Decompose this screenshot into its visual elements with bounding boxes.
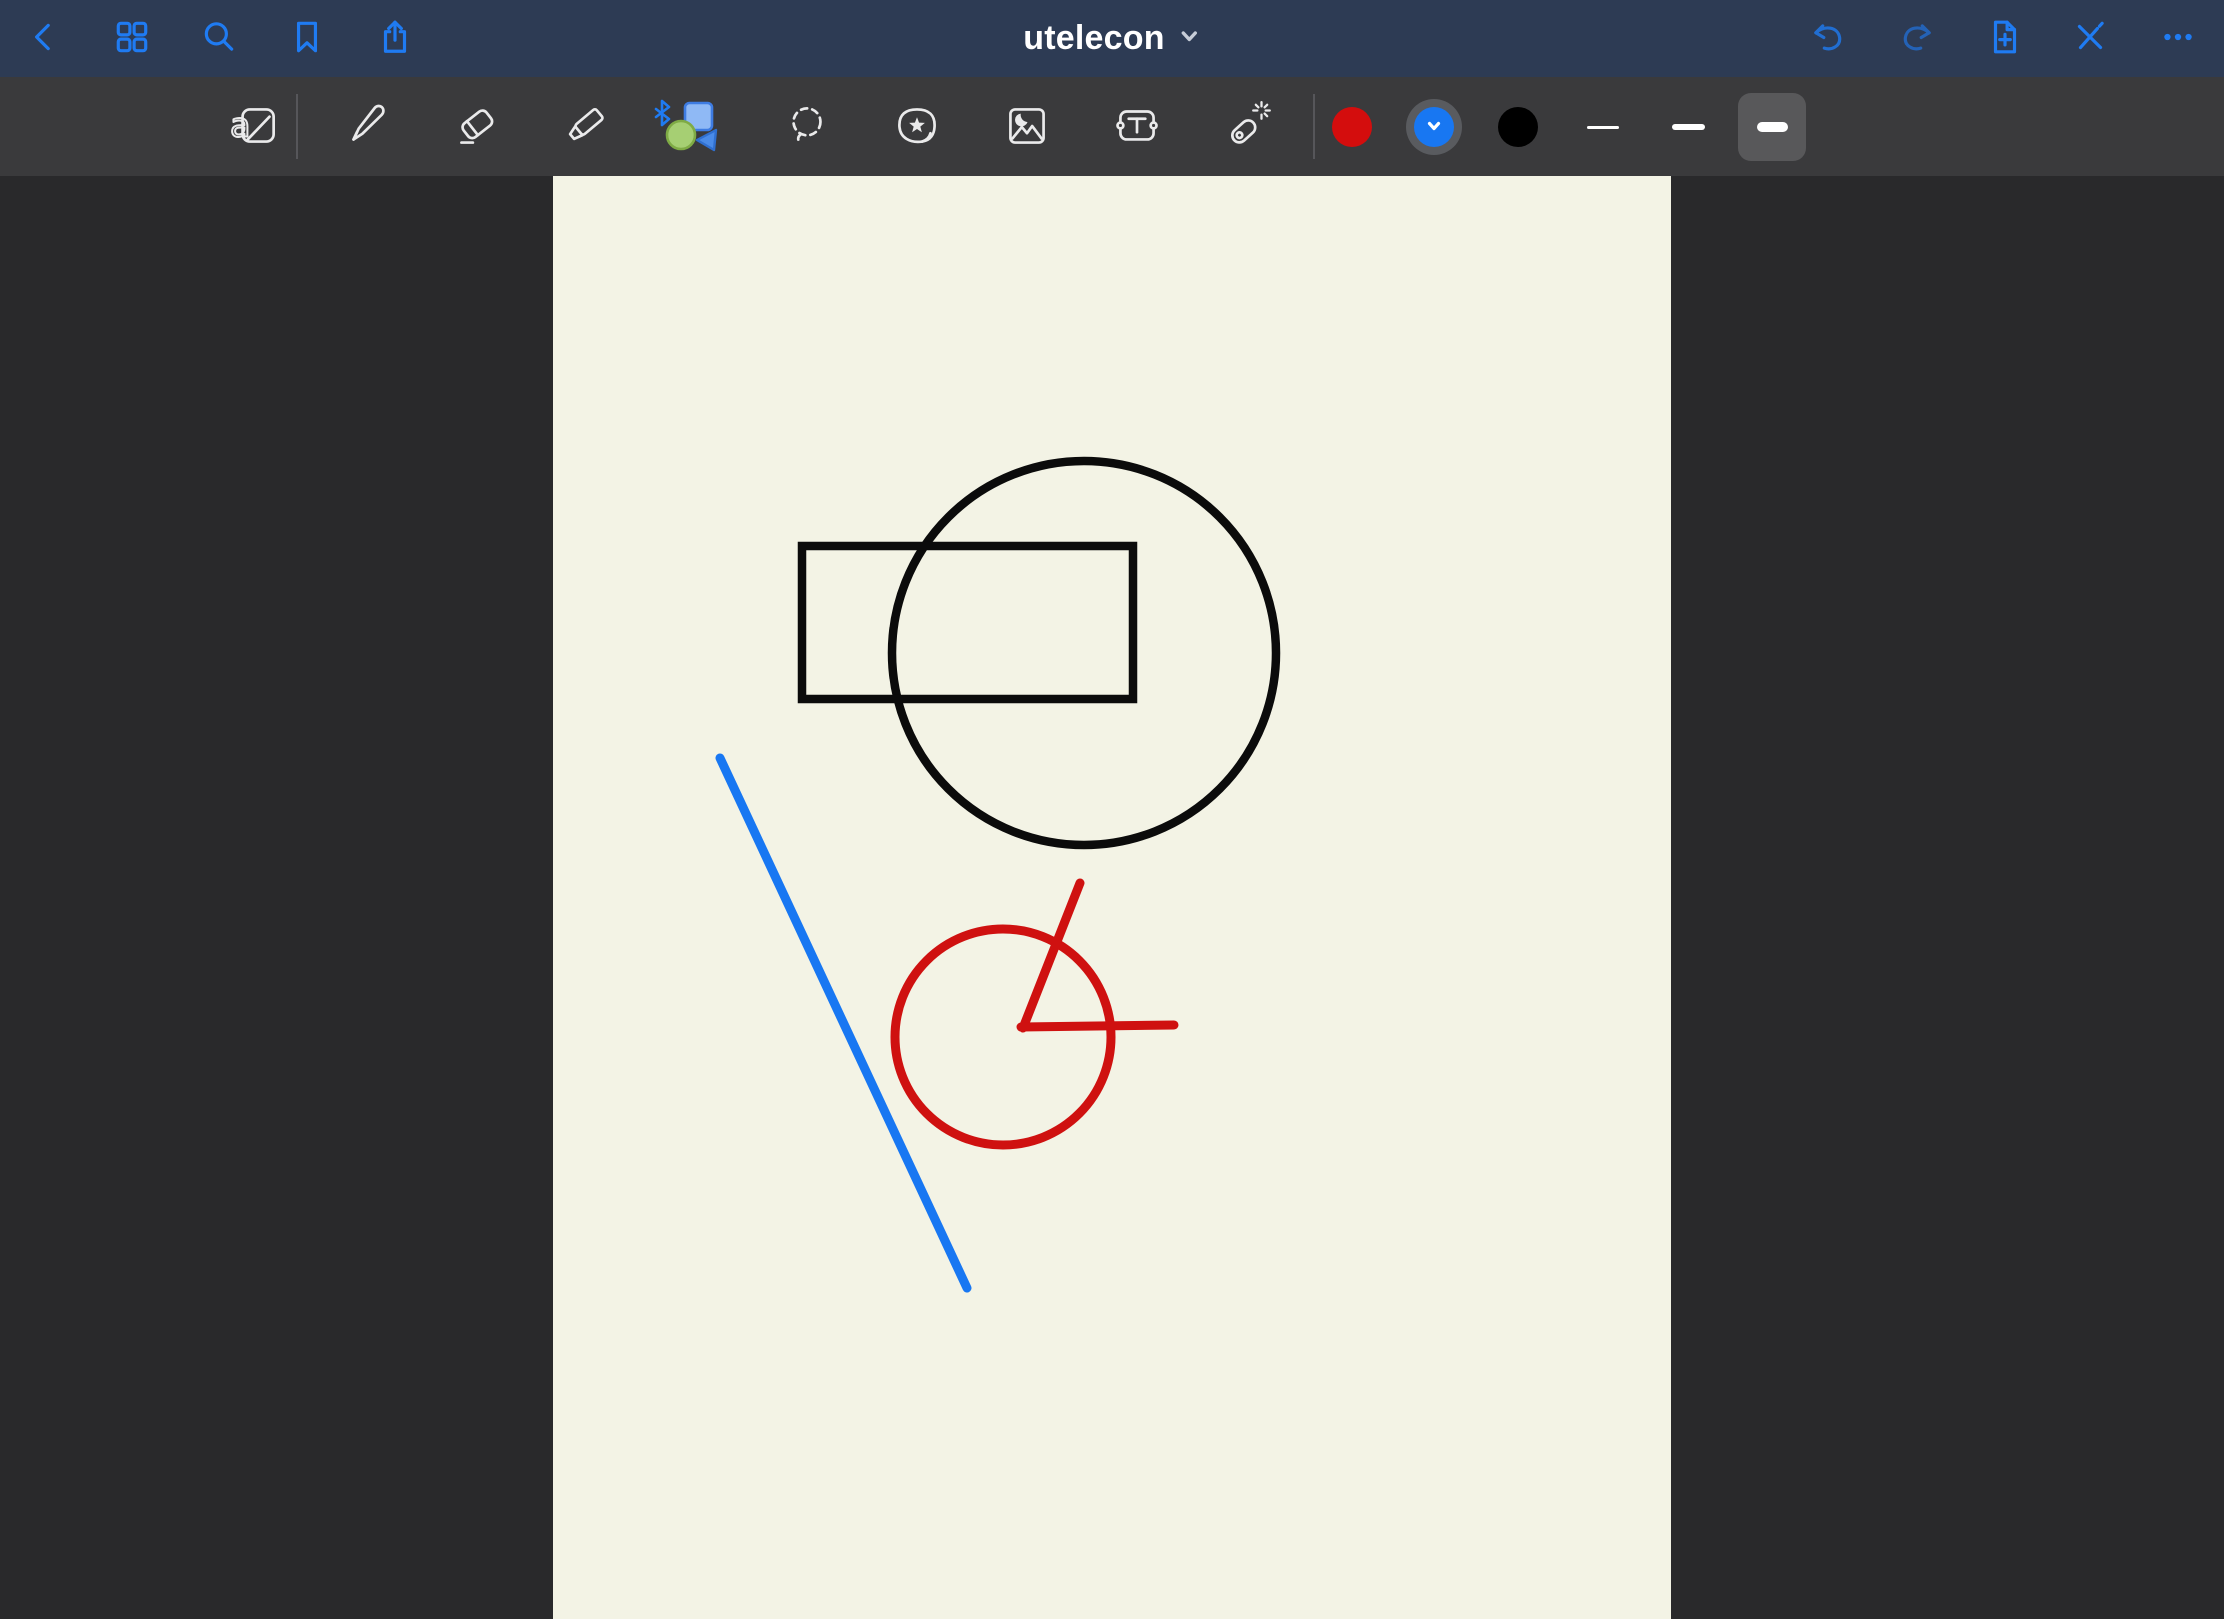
svg-text:a: a bbox=[230, 105, 250, 144]
add-page-button[interactable] bbox=[1983, 16, 2027, 60]
shapes-tool[interactable] bbox=[652, 97, 728, 157]
image-tool[interactable] bbox=[997, 97, 1057, 157]
pencil-cross-icon bbox=[2071, 18, 2109, 59]
toolbar-divider bbox=[296, 94, 298, 159]
pen-tool[interactable] bbox=[337, 97, 397, 157]
search-icon bbox=[200, 18, 238, 59]
chevron-down-icon bbox=[1179, 25, 1201, 52]
canvas-area bbox=[0, 176, 2224, 1619]
thick-line-icon bbox=[1757, 122, 1788, 132]
ink-stroke-3 bbox=[895, 929, 1111, 1145]
shapes-icon bbox=[667, 103, 716, 150]
page-thumbnails-button[interactable] bbox=[110, 16, 154, 60]
eraser-tool[interactable] bbox=[447, 97, 507, 157]
text-tool[interactable] bbox=[1107, 97, 1167, 157]
chevron-down-icon bbox=[1425, 117, 1443, 138]
zoom-window-tool[interactable]: a bbox=[225, 97, 285, 157]
bluetooth-icon bbox=[656, 101, 669, 125]
toolbar-divider bbox=[1313, 94, 1315, 159]
color-swatch-black[interactable] bbox=[1498, 107, 1538, 147]
bookmark-icon bbox=[288, 18, 326, 59]
sticker-star-icon bbox=[888, 97, 946, 158]
navigation-bar: utelecon bbox=[0, 0, 2224, 77]
bookmark-button[interactable] bbox=[285, 16, 329, 60]
zoom-window-icon: a bbox=[226, 97, 284, 158]
ink-stroke-5 bbox=[1021, 1025, 1174, 1027]
text-icon bbox=[1108, 97, 1166, 158]
grid-icon bbox=[113, 18, 151, 59]
lasso-tool[interactable] bbox=[777, 97, 837, 157]
share-button[interactable] bbox=[373, 16, 417, 60]
notebook-title[interactable]: utelecon bbox=[1023, 0, 1200, 77]
thin-line-icon bbox=[1587, 126, 1619, 129]
lasso-icon bbox=[778, 97, 836, 158]
back-chevron-icon bbox=[25, 18, 63, 59]
image-icon bbox=[998, 97, 1056, 158]
redo-icon bbox=[1898, 18, 1936, 59]
share-icon bbox=[376, 18, 414, 59]
more-button[interactable] bbox=[2156, 16, 2200, 60]
ink-stroke-1 bbox=[802, 546, 1133, 699]
tool-bar: a bbox=[0, 77, 2224, 176]
medium-line-icon bbox=[1672, 124, 1705, 130]
elements-tool[interactable] bbox=[887, 97, 947, 157]
ink-layer bbox=[553, 176, 1671, 1619]
undo-button[interactable] bbox=[1806, 16, 1850, 60]
read-only-toggle-button[interactable] bbox=[2068, 16, 2112, 60]
redo-button[interactable] bbox=[1895, 16, 1939, 60]
document-page[interactable] bbox=[553, 176, 1671, 1619]
laser-pointer-icon bbox=[1218, 97, 1276, 158]
undo-icon bbox=[1809, 18, 1847, 59]
laser-pointer-tool[interactable] bbox=[1217, 97, 1277, 157]
thickness-thick-selected[interactable] bbox=[1738, 93, 1806, 161]
ink-stroke-2 bbox=[720, 758, 967, 1288]
color-swatch-blue-selected[interactable] bbox=[1406, 99, 1462, 155]
thickness-thin[interactable] bbox=[1573, 97, 1633, 157]
ink-stroke-0 bbox=[892, 461, 1276, 845]
ellipsis-icon bbox=[2159, 18, 2197, 59]
search-button[interactable] bbox=[197, 16, 241, 60]
highlighter-icon bbox=[558, 97, 616, 158]
eraser-icon bbox=[448, 97, 506, 158]
back-button[interactable] bbox=[22, 16, 66, 60]
pen-icon bbox=[338, 97, 396, 158]
add-page-icon bbox=[1986, 18, 2024, 59]
sparkle bbox=[1253, 102, 1270, 119]
thickness-medium[interactable] bbox=[1658, 97, 1718, 157]
highlighter-tool[interactable] bbox=[557, 97, 617, 157]
color-swatch-red[interactable] bbox=[1332, 107, 1372, 147]
page-title: utelecon bbox=[1023, 19, 1164, 58]
